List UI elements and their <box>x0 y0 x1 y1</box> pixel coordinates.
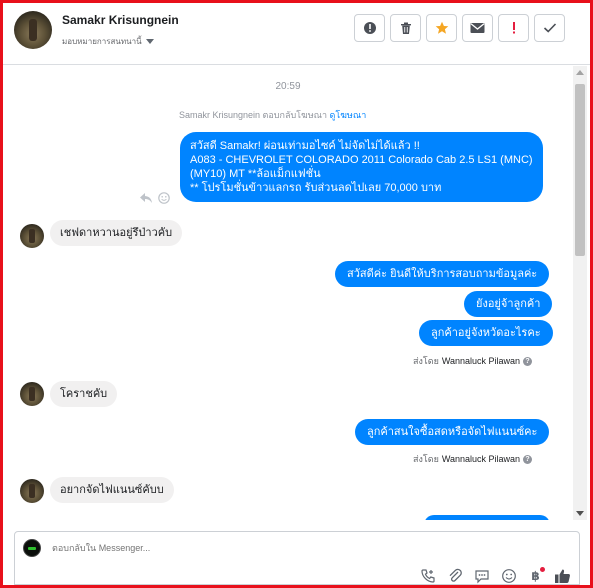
outgoing-message[interactable]: ลูกค้าอยู่จังหวัดอะไรคะ <box>419 320 553 346</box>
composer-tools: ฿ <box>418 567 572 584</box>
outgoing-message-partial[interactable] <box>424 515 550 520</box>
scroll-down-icon[interactable] <box>576 511 584 516</box>
thread-scrollbar[interactable] <box>573 66 587 520</box>
sent-by-label: ส่งโดย Wannaluck Pilawan ? <box>413 452 533 466</box>
baht-icon: ฿ <box>531 568 540 583</box>
spam-button[interactable] <box>354 14 385 42</box>
outgoing-message[interactable]: ยังอยู่จ้าลูกค้า <box>464 291 553 317</box>
follow-up-button[interactable] <box>498 14 529 42</box>
reply-icon[interactable] <box>139 192 153 204</box>
header-actions <box>354 14 565 42</box>
page-logo <box>23 539 41 557</box>
envelope-icon <box>470 23 485 33</box>
sent-by-name[interactable]: Wannaluck Pilawan <box>442 356 520 366</box>
trash-icon <box>400 22 411 34</box>
outgoing-message[interactable]: สวัสดีค่ะ ยินดีให้บริการสอบถามข้อมูลค่ะ <box>335 261 550 287</box>
mark-unread-button[interactable] <box>462 14 493 42</box>
smiley-icon <box>501 568 516 583</box>
chat-bubble-icon <box>474 569 489 583</box>
attach-button[interactable] <box>445 567 464 584</box>
contact-avatar-small[interactable] <box>20 382 44 406</box>
contact-avatar[interactable] <box>14 11 52 49</box>
emoji-button[interactable] <box>499 567 518 584</box>
outgoing-message[interactable]: สวัสดี Samakr! ผ่อนเท่ามอไซค์ ไม่จัดไม่ไ… <box>180 132 543 202</box>
payment-button[interactable]: ฿ <box>526 567 545 584</box>
reply-composer: ฿ <box>14 531 580 585</box>
reply-input[interactable] <box>52 543 452 553</box>
thumbs-up-icon <box>555 569 570 583</box>
help-icon[interactable]: ? <box>523 356 533 366</box>
notification-dot <box>540 567 545 572</box>
incoming-message[interactable]: เชฟดาหวานอยู่รึป่าวคับ <box>50 220 183 246</box>
message-line: ** โปรโมชั่นข้าวแลกรถ รับส่วนลดไปเลย 70,… <box>190 182 442 194</box>
conversation-header: Samakr Krisungnein มอบหมายการสนทนานี้ <box>3 3 590 65</box>
sent-by-prefix: ส่งโดย <box>413 454 439 464</box>
message-timestamp: 20:59 <box>275 81 301 92</box>
message-thread[interactable]: 20:59 Samakr Krisungnein ตอบกลับโฆษณา ดู… <box>3 66 573 520</box>
chevron-down-icon <box>145 39 154 44</box>
saved-replies-button[interactable] <box>472 567 491 584</box>
phone-icon <box>420 568 435 583</box>
paperclip-icon <box>449 568 462 582</box>
star-button[interactable] <box>426 14 457 42</box>
incoming-message[interactable]: โคราชคับ <box>50 381 118 407</box>
sent-by-prefix: ส่งโดย <box>413 356 439 366</box>
alert-icon <box>363 22 376 34</box>
incoming-message[interactable]: อยากจัดไฟแนนซ์คับบ <box>50 477 174 503</box>
message-line: (MY10) MT **ล้อแม็กแฟชั่น <box>190 168 321 180</box>
outgoing-message[interactable]: ลูกค้าสนใจซื้อสดหรือจัดไฟแนนซ์คะ <box>355 419 550 445</box>
like-button[interactable] <box>553 567 572 584</box>
sent-by-label: ส่งโดย Wannaluck Pilawan ? <box>413 354 533 368</box>
check-icon <box>543 23 556 33</box>
emoji-reaction-icon[interactable] <box>158 192 170 204</box>
contact-name[interactable]: Samakr Krisungnein <box>62 13 179 27</box>
contact-avatar-small[interactable] <box>20 479 44 503</box>
help-icon[interactable]: ? <box>523 454 533 464</box>
phone-add-button[interactable] <box>418 567 437 584</box>
view-ad-link[interactable]: ดูโฆษณา <box>330 110 367 120</box>
message-line: สวัสดี Samakr! ผ่อนเท่ามอไซค์ ไม่จัดไม่ไ… <box>190 140 420 152</box>
scroll-thumb[interactable] <box>575 84 585 256</box>
exclamation-icon <box>512 22 515 34</box>
message-line: A083 - CHEVROLET COLORADO 2011 Colorado … <box>190 154 533 166</box>
ad-reply-note: Samakr Krisungnein ตอบกลับโฆษณา ดูโฆษณา <box>179 108 366 122</box>
delete-button[interactable] <box>390 14 421 42</box>
contact-avatar-small[interactable] <box>20 224 44 248</box>
assign-label: มอบหมายการสนทนานี้ <box>62 37 142 46</box>
mark-done-button[interactable] <box>534 14 565 42</box>
assign-conversation-dropdown[interactable]: มอบหมายการสนทนานี้ <box>62 35 154 48</box>
scroll-up-icon[interactable] <box>576 70 584 75</box>
sent-by-name[interactable]: Wannaluck Pilawan <box>442 454 520 464</box>
ad-reply-text: Samakr Krisungnein ตอบกลับโฆษณา <box>179 110 328 120</box>
star-icon <box>435 21 448 34</box>
